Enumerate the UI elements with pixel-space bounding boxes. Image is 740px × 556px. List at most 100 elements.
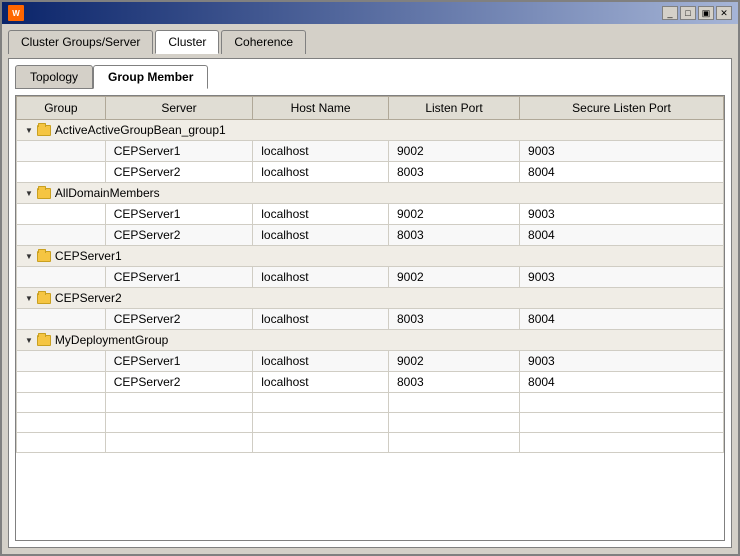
cell-group: [17, 204, 106, 225]
cell-hostname: localhost: [253, 141, 389, 162]
table-body: ▼ActiveActiveGroupBean_group1CEPServer1l…: [17, 120, 724, 453]
group-name: ActiveActiveGroupBean_group1: [55, 123, 226, 137]
title-bar: W _ □ ▣ ✕: [2, 2, 738, 24]
table-row: CEPServer2localhost80038004: [17, 162, 724, 183]
table-row: CEPServer1localhost90029003: [17, 141, 724, 162]
cell-hostname: localhost: [253, 309, 389, 330]
cell-group: [17, 351, 106, 372]
table-row: CEPServer2localhost80038004: [17, 309, 724, 330]
table-row: CEPServer1localhost90029003: [17, 351, 724, 372]
cell-listen-port: 9002: [388, 267, 519, 288]
folder-icon: [37, 335, 51, 346]
cell-listen-port: 8003: [388, 225, 519, 246]
empty-cell: [253, 413, 389, 433]
group-cell: ▼ CEPServer1: [17, 246, 724, 267]
cell-secure-listen-port: 8004: [520, 309, 724, 330]
tab-cluster[interactable]: Cluster: [155, 30, 219, 54]
cell-listen-port: 8003: [388, 372, 519, 393]
data-table-container[interactable]: Group Server Host Name Listen Port Secur…: [15, 95, 725, 541]
group-cell: ▼ ActiveActiveGroupBean_group1: [17, 120, 724, 141]
app-icon: W: [8, 5, 24, 21]
window-controls: _ □ ▣ ✕: [662, 6, 732, 20]
empty-cell: [253, 393, 389, 413]
cell-hostname: localhost: [253, 351, 389, 372]
group-name: MyDeploymentGroup: [55, 333, 168, 347]
table-header-row: Group Server Host Name Listen Port Secur…: [17, 97, 724, 120]
col-server: Server: [105, 97, 253, 120]
empty-cell: [388, 413, 519, 433]
table-row: CEPServer1localhost90029003: [17, 267, 724, 288]
expand-arrow-icon[interactable]: ▼: [25, 252, 33, 261]
cell-group: [17, 372, 106, 393]
window-content: Cluster Groups/Server Cluster Coherence …: [2, 24, 738, 554]
table-row: CEPServer1localhost90029003: [17, 204, 724, 225]
expand-arrow-icon[interactable]: ▼: [25, 189, 33, 198]
tab-coherence[interactable]: Coherence: [221, 30, 306, 54]
col-secure-listen-port: Secure Listen Port: [520, 97, 724, 120]
minimize-button[interactable]: _: [662, 6, 678, 20]
empty-cell: [520, 393, 724, 413]
group-cell: ▼ MyDeploymentGroup: [17, 330, 724, 351]
cell-secure-listen-port: 9003: [520, 267, 724, 288]
cell-secure-listen-port: 9003: [520, 351, 724, 372]
group-member-table: Group Server Host Name Listen Port Secur…: [16, 96, 724, 453]
title-bar-left: W: [8, 5, 28, 21]
empty-cell: [17, 413, 106, 433]
empty-row: [17, 433, 724, 453]
main-window: W _ □ ▣ ✕ Cluster Groups/Server Cluster …: [0, 0, 740, 556]
close-button[interactable]: ✕: [716, 6, 732, 20]
group-cell: ▼ CEPServer2: [17, 288, 724, 309]
expand-arrow-icon[interactable]: ▼: [25, 294, 33, 303]
folder-icon: [37, 125, 51, 136]
cell-hostname: localhost: [253, 162, 389, 183]
empty-cell: [520, 433, 724, 453]
cell-server: CEPServer2: [105, 372, 253, 393]
empty-cell: [253, 433, 389, 453]
empty-cell: [520, 413, 724, 433]
group-name: AllDomainMembers: [55, 186, 160, 200]
cell-secure-listen-port: 8004: [520, 162, 724, 183]
maximize-button[interactable]: □: [680, 6, 696, 20]
cell-server: CEPServer2: [105, 309, 253, 330]
tab-group-member[interactable]: Group Member: [93, 65, 208, 89]
cell-hostname: localhost: [253, 372, 389, 393]
group-name: CEPServer2: [55, 291, 122, 305]
table-group-row: ▼ AllDomainMembers: [17, 183, 724, 204]
cell-group: [17, 267, 106, 288]
group-name: CEPServer1: [55, 249, 122, 263]
table-group-row: ▼ CEPServer1: [17, 246, 724, 267]
col-hostname: Host Name: [253, 97, 389, 120]
empty-cell: [105, 393, 253, 413]
empty-row: [17, 413, 724, 433]
empty-cell: [105, 413, 253, 433]
main-panel: Topology Group Member Group Server Host …: [8, 58, 732, 548]
table-group-row: ▼ ActiveActiveGroupBean_group1: [17, 120, 724, 141]
cell-hostname: localhost: [253, 267, 389, 288]
cell-listen-port: 9002: [388, 351, 519, 372]
empty-cell: [17, 433, 106, 453]
table-group-row: ▼ MyDeploymentGroup: [17, 330, 724, 351]
folder-icon: [37, 293, 51, 304]
group-cell: ▼ AllDomainMembers: [17, 183, 724, 204]
cell-secure-listen-port: 8004: [520, 372, 724, 393]
tab-cluster-groups-server[interactable]: Cluster Groups/Server: [8, 30, 153, 54]
table-row: CEPServer2localhost80038004: [17, 225, 724, 246]
cell-server: CEPServer2: [105, 162, 253, 183]
empty-cell: [105, 433, 253, 453]
expand-arrow-icon[interactable]: ▼: [25, 126, 33, 135]
expand-arrow-icon[interactable]: ▼: [25, 336, 33, 345]
tab-topology[interactable]: Topology: [15, 65, 93, 89]
cell-secure-listen-port: 9003: [520, 141, 724, 162]
folder-icon: [37, 188, 51, 199]
cell-hostname: localhost: [253, 204, 389, 225]
cell-server: CEPServer1: [105, 351, 253, 372]
cell-server: CEPServer1: [105, 267, 253, 288]
cell-group: [17, 141, 106, 162]
table-group-row: ▼ CEPServer2: [17, 288, 724, 309]
restore-button[interactable]: ▣: [698, 6, 714, 20]
cell-server: CEPServer1: [105, 141, 253, 162]
empty-cell: [388, 393, 519, 413]
outer-tab-row: Cluster Groups/Server Cluster Coherence: [8, 30, 732, 54]
cell-listen-port: 8003: [388, 309, 519, 330]
col-group: Group: [17, 97, 106, 120]
